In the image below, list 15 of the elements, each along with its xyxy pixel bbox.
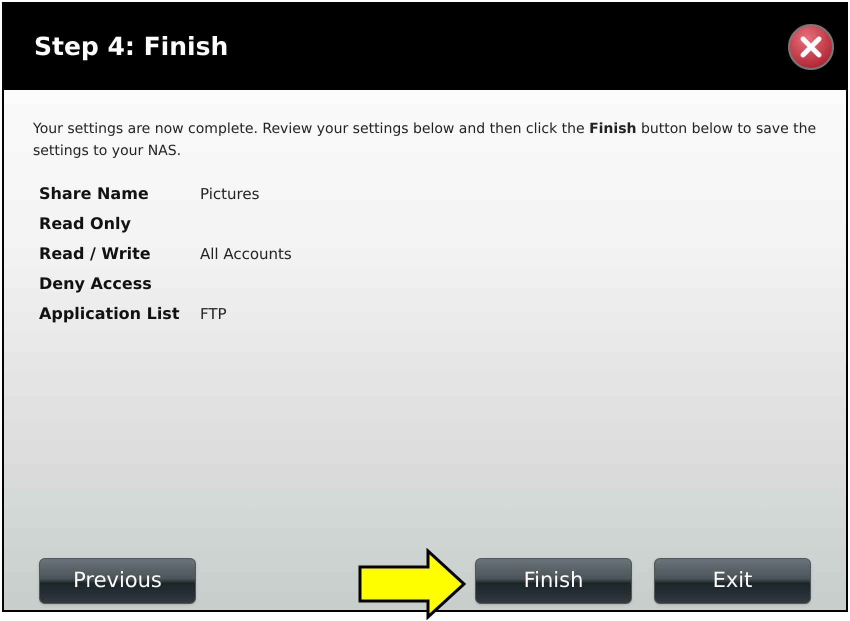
intro-text: Your settings are now complete. Review your settings below and then click the Finish button below to save the settings to your NAS. bbox=[33, 120, 817, 161]
setting-label: Read Only bbox=[39, 213, 132, 235]
setting-label: Share Name bbox=[39, 183, 150, 205]
setting-label: Application List bbox=[39, 303, 180, 325]
dialog-button[interactable]: Exit bbox=[654, 558, 811, 604]
setting-value: Pictures bbox=[200, 184, 260, 205]
setting-label: Read / Write bbox=[39, 243, 152, 265]
dialog-button[interactable]: Previous bbox=[39, 558, 196, 604]
dialog-button[interactable]: Finish bbox=[475, 558, 632, 604]
close-icon bbox=[798, 34, 824, 60]
window-title: Step 4: Finish bbox=[34, 31, 228, 64]
setting-label: Deny Access bbox=[39, 273, 153, 295]
setting-value: All Accounts bbox=[200, 244, 292, 265]
close-button[interactable] bbox=[788, 24, 834, 70]
setting-value: FTP bbox=[200, 304, 228, 325]
